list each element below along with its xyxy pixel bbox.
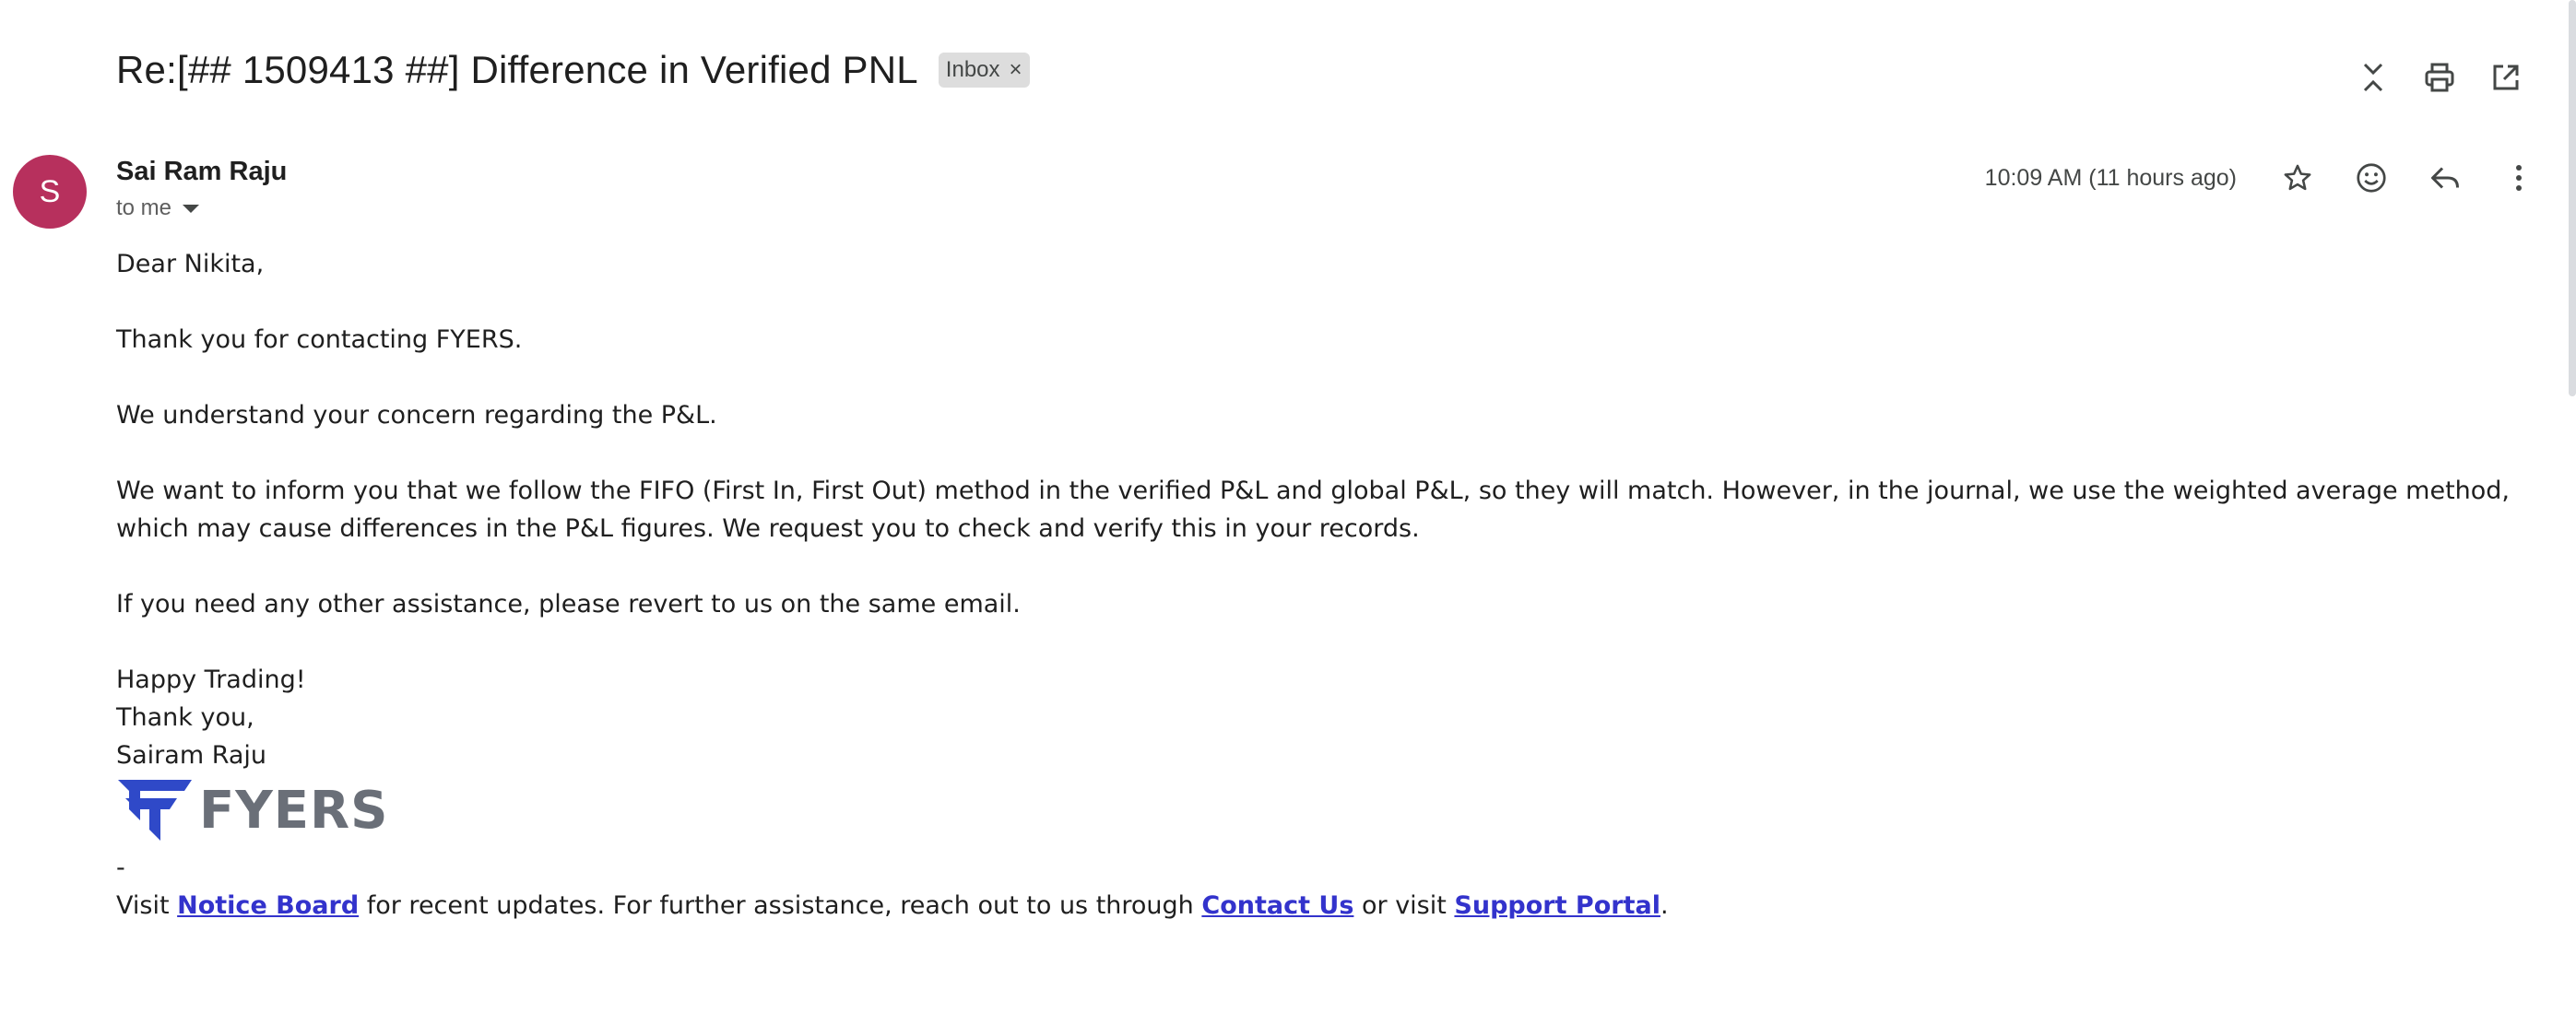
footer-prefix: Visit: [116, 891, 178, 920]
label-text: Inbox: [945, 57, 1000, 82]
dash-separator: -: [116, 854, 125, 882]
footer-or: or visit: [1353, 891, 1455, 920]
footer-end: .: [1660, 891, 1669, 920]
reply-icon[interactable]: [2408, 152, 2482, 204]
explanation-line-1: We want to inform you that we follow the…: [116, 477, 2511, 505]
notice-board-link[interactable]: Notice Board: [177, 891, 359, 920]
more-vert-icon[interactable]: [2482, 152, 2556, 204]
message-actions: 10:09 AM (11 hours ago): [1985, 152, 2556, 204]
email-subject: Re:[## 1509413 ##] Difference in Verifie…: [116, 48, 918, 91]
sender-name[interactable]: Sai Ram Raju: [116, 157, 287, 187]
print-icon[interactable]: [2406, 55, 2473, 100]
recipient-text: to me: [116, 195, 172, 220]
message-timestamp[interactable]: 10:09 AM (11 hours ago): [1985, 165, 2237, 192]
chevron-down-icon: [183, 204, 200, 213]
fyers-logo: FYERS: [116, 778, 2532, 842]
footer-line: Visit Notice Board for recent updates. F…: [116, 887, 2532, 925]
greeting: Dear Nikita,: [116, 250, 265, 278]
support-portal-link[interactable]: Support Portal: [1454, 891, 1660, 920]
fyers-logo-text: FYERS: [199, 780, 389, 841]
expand-collapse-icon[interactable]: [2340, 55, 2406, 100]
emoji-icon[interactable]: [2334, 152, 2408, 204]
inbox-label-chip[interactable]: Inbox ×: [938, 53, 1030, 88]
thanks-line: Thank you for contacting FYERS.: [116, 325, 523, 354]
remove-label-icon[interactable]: ×: [1010, 57, 1022, 83]
footer-middle: for recent updates. For further assistan…: [359, 891, 1202, 920]
signoff-thank-you: Thank you,: [116, 703, 254, 732]
contact-us-link[interactable]: Contact Us: [1201, 891, 1353, 920]
signoff-happy-trading: Happy Trading!: [116, 666, 306, 694]
fyers-logo-mark: [118, 780, 192, 841]
thread-toolbar: [2340, 55, 2539, 100]
open-new-window-icon[interactable]: [2473, 55, 2539, 100]
concern-line: We understand your concern regarding the…: [116, 401, 717, 430]
explanation-line-2: which may cause differences in the P&L f…: [116, 514, 1420, 543]
star-icon[interactable]: [2261, 152, 2334, 204]
subject-row: Re:[## 1509413 ##] Difference in Verifie…: [116, 48, 1030, 92]
sender-avatar[interactable]: S: [13, 155, 87, 229]
avatar-initial: S: [39, 173, 61, 209]
recipient-details-toggle[interactable]: to me: [116, 195, 200, 221]
message-body: Dear Nikita, Thank you for contacting FY…: [116, 245, 2532, 925]
assistance-line: If you need any other assistance, please…: [116, 590, 1021, 619]
scrollbar[interactable]: [2569, 0, 2576, 396]
signature-name: Sairam Raju: [116, 741, 267, 770]
